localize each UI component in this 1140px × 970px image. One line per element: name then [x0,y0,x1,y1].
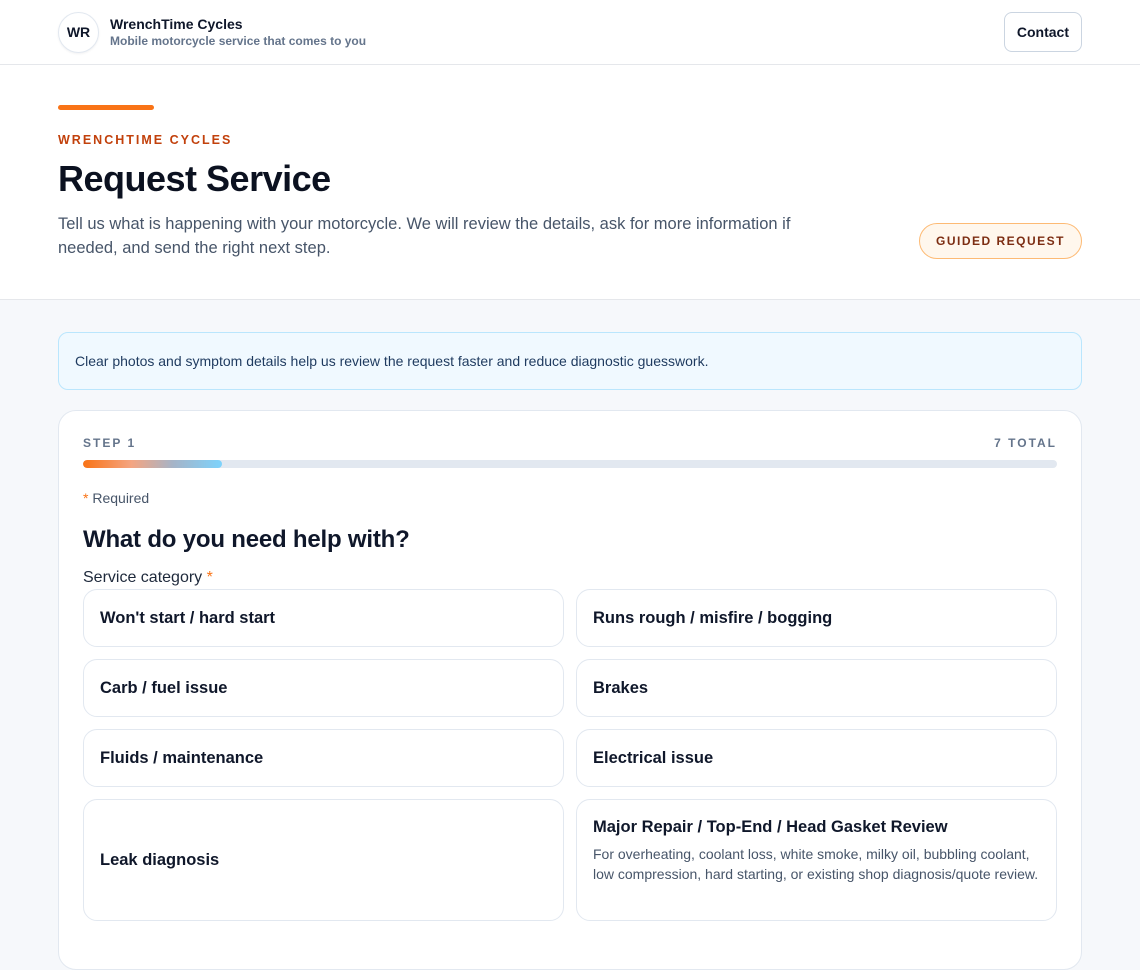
accent-bar [58,105,154,110]
option-label: Fluids / maintenance [100,748,264,767]
brand[interactable]: WR WrenchTime Cycles Mobile motorcycle s… [58,11,366,53]
contact-button[interactable]: Contact [1003,12,1082,52]
service-category-options: Won't start / hard start Runs rough / mi… [83,589,1057,921]
option-wont-start[interactable]: Won't start / hard start [83,589,564,647]
required-note: * Required [83,490,1057,506]
option-carb-fuel[interactable]: Carb / fuel issue [83,659,564,717]
required-star: * [83,490,89,506]
option-brakes[interactable]: Brakes [576,659,1057,717]
option-label: Won't start / hard start [100,608,276,627]
notice-text: Clear photos and symptom details help us… [75,353,709,369]
option-electrical[interactable]: Electrical issue [576,729,1057,787]
service-category-label: Service category * [83,569,1057,587]
step-total: 7 TOTAL [994,436,1057,450]
option-leak-diagnosis[interactable]: Leak diagnosis [83,799,564,921]
option-runs-rough[interactable]: Runs rough / misfire / bogging [576,589,1057,647]
top-bar: WR WrenchTime Cycles Mobile motorcycle s… [0,0,1140,65]
option-label: Electrical issue [593,748,714,767]
option-fluids-maintenance[interactable]: Fluids / maintenance [83,729,564,787]
option-description: For overheating, coolant loss, white smo… [593,846,1039,882]
brand-name: WrenchTime Cycles [110,16,243,32]
hero-eyebrow: WRENCHTIME CYCLES [58,133,233,147]
brand-text: WrenchTime Cycles Mobile motorcycle serv… [110,15,366,49]
option-major-repair[interactable]: Major Repair / Top-End / Head Gasket Rev… [576,799,1057,921]
brand-tagline: Mobile motorcycle service that comes to … [110,34,367,48]
page-title: Request Service [58,158,331,199]
required-text: Required [92,490,150,506]
option-label: Brakes [593,678,649,697]
option-label: Carb / fuel issue [100,678,228,697]
brand-logo: WR [58,11,99,53]
hero-section: WRENCHTIME CYCLES Request Service Tell u… [0,65,1140,300]
required-star: * [206,569,213,586]
field-label-text: Service category [83,569,203,586]
info-notice: Clear photos and symptom details help us… [58,332,1082,390]
step-indicator: STEP 1 7 TOTAL [83,436,1057,450]
option-label: Major Repair / Top-End / Head Gasket Rev… [593,818,948,836]
progress-bar [83,460,1057,468]
question-heading: What do you need help with? [83,526,410,553]
option-label: Leak diagnosis [100,850,220,869]
guided-request-badge: GUIDED REQUEST [918,223,1082,259]
option-label: Runs rough / misfire / bogging [593,608,833,627]
step-label: STEP 1 [83,436,137,450]
progress-fill [83,460,223,468]
hero-description: Tell us what is happening with your moto… [58,215,791,257]
form-card: STEP 1 7 TOTAL * Required What do you ne… [58,410,1082,970]
